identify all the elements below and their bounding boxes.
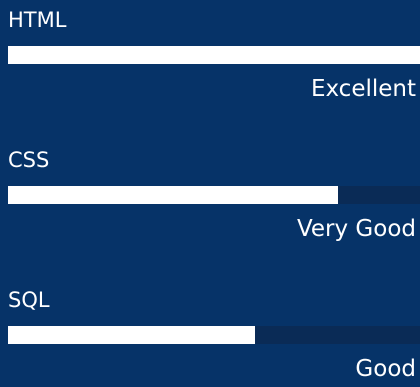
skill-progress-fill	[8, 326, 256, 344]
skill-rating: Good	[355, 356, 416, 382]
skill-name: SQL	[8, 288, 50, 312]
skill-name: CSS	[8, 148, 50, 172]
skill-rating: Excellent	[310, 76, 416, 102]
skill-progress-track	[8, 186, 420, 204]
skill-rating: Very Good	[296, 216, 416, 242]
skill-progress-fill	[8, 186, 338, 204]
skill-name: HTML	[8, 8, 67, 32]
skill-progress-track	[8, 326, 420, 344]
skill-progress-fill	[8, 46, 420, 64]
skill-progress-track	[8, 46, 420, 64]
